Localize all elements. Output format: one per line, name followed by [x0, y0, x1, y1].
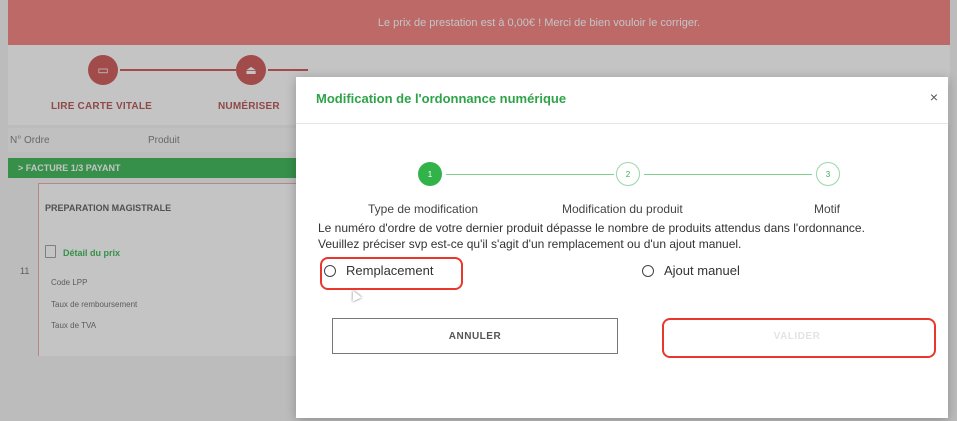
wizard-connector — [446, 174, 614, 175]
modal-message: Le numéro d'ordre de votre dernier produ… — [318, 220, 942, 252]
highlight-ring — [320, 257, 463, 290]
close-icon[interactable]: × — [930, 89, 938, 105]
message-line-2: Veuillez préciser svp est-ce qu'il s'agi… — [318, 237, 742, 251]
modal-title: Modification de l'ordonnance numérique — [316, 91, 567, 106]
cancel-button[interactable]: ANNULER — [332, 318, 618, 354]
highlight-ring — [662, 318, 936, 358]
wizard-step-1: 1 — [418, 162, 442, 186]
wizard-label-modification: Modification du produit — [562, 202, 683, 216]
modal-divider — [296, 123, 948, 124]
edit-prescription-modal: Modification de l'ordonnance numérique ×… — [296, 77, 948, 418]
wizard-label-motif: Motif — [814, 202, 841, 216]
radio-button[interactable] — [642, 264, 654, 277]
wizard-connector — [644, 174, 812, 175]
wizard-label-type: Type de modification — [368, 202, 479, 216]
radio-label-manual-add: Ajout manuel — [664, 263, 740, 278]
wizard-step-2: 2 — [616, 162, 640, 186]
message-line-1: Le numéro d'ordre de votre dernier produ… — [318, 221, 865, 235]
wizard-step-3: 3 — [816, 162, 840, 186]
radio-option-manual-add[interactable]: Ajout manuel — [642, 263, 740, 278]
